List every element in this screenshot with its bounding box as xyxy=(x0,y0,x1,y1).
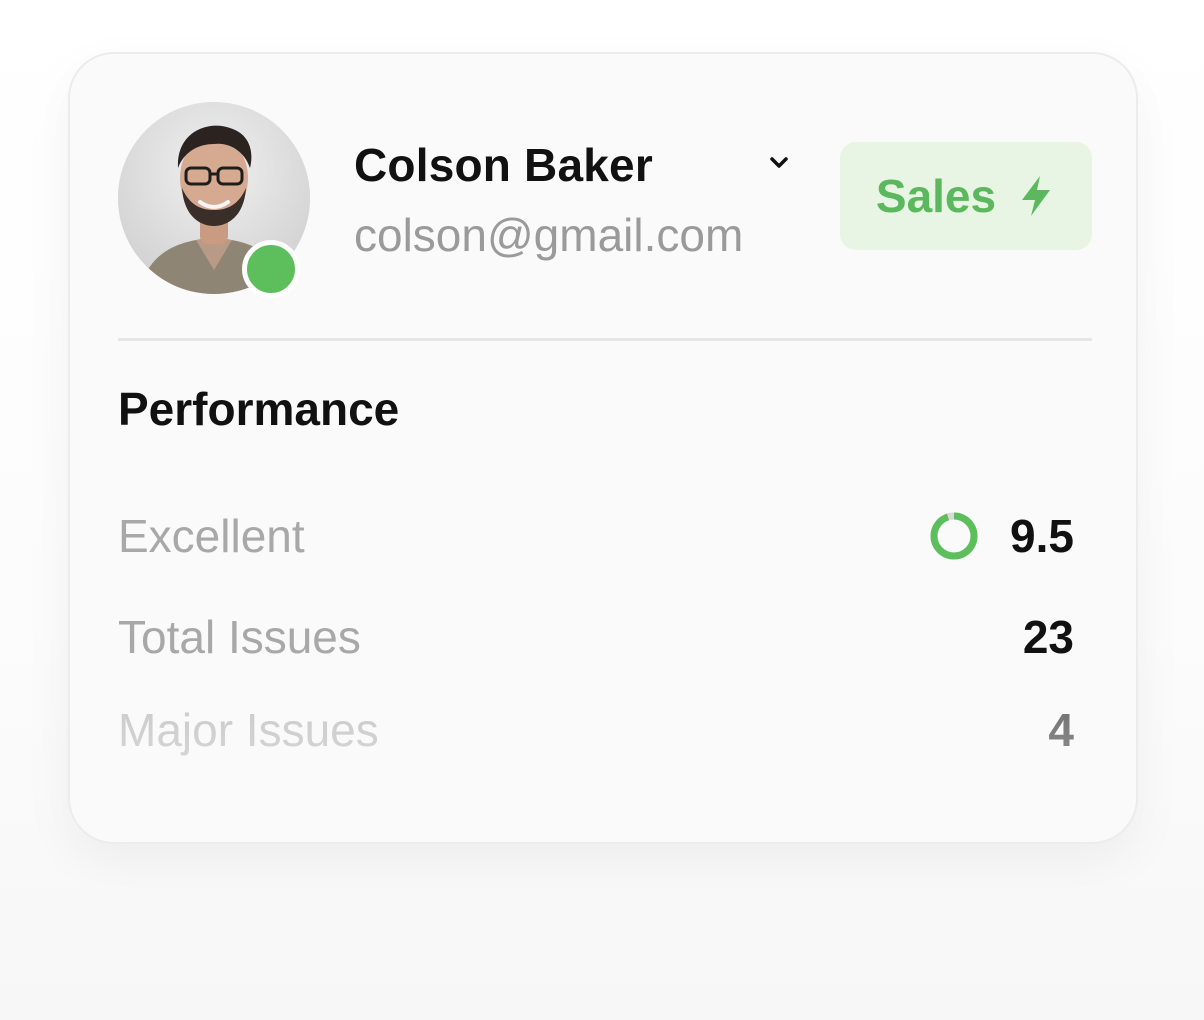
progress-ring-icon xyxy=(930,512,978,560)
metric-row-total-issues: Total Issues 23 xyxy=(118,607,1074,667)
chevron-down-icon[interactable] xyxy=(764,148,794,178)
lightning-bolt-icon xyxy=(1022,176,1051,216)
department-badge-label: Sales xyxy=(875,170,997,222)
metric-label: Total Issues xyxy=(118,611,361,663)
metric-value: 4 xyxy=(1048,704,1074,756)
metric-label: Major Issues xyxy=(118,704,379,756)
metric-row-major-issues: Major Issues 4 xyxy=(118,700,1074,760)
profile-card: Colson Baker colson@gmail.com Sales Perf… xyxy=(68,52,1138,844)
department-badge[interactable]: Sales xyxy=(840,142,1092,250)
metric-value: 9.5 xyxy=(1010,510,1074,562)
user-name: Colson Baker xyxy=(354,139,653,191)
divider xyxy=(118,338,1092,341)
user-email: colson@gmail.com xyxy=(354,209,744,261)
metric-label: Excellent xyxy=(118,510,305,562)
avatar-container[interactable] xyxy=(118,102,310,298)
metric-row-excellent: Excellent 9.5 xyxy=(118,506,1074,566)
online-status-indicator xyxy=(242,240,300,298)
performance-title: Performance xyxy=(118,383,400,435)
metric-value: 23 xyxy=(1022,611,1074,663)
